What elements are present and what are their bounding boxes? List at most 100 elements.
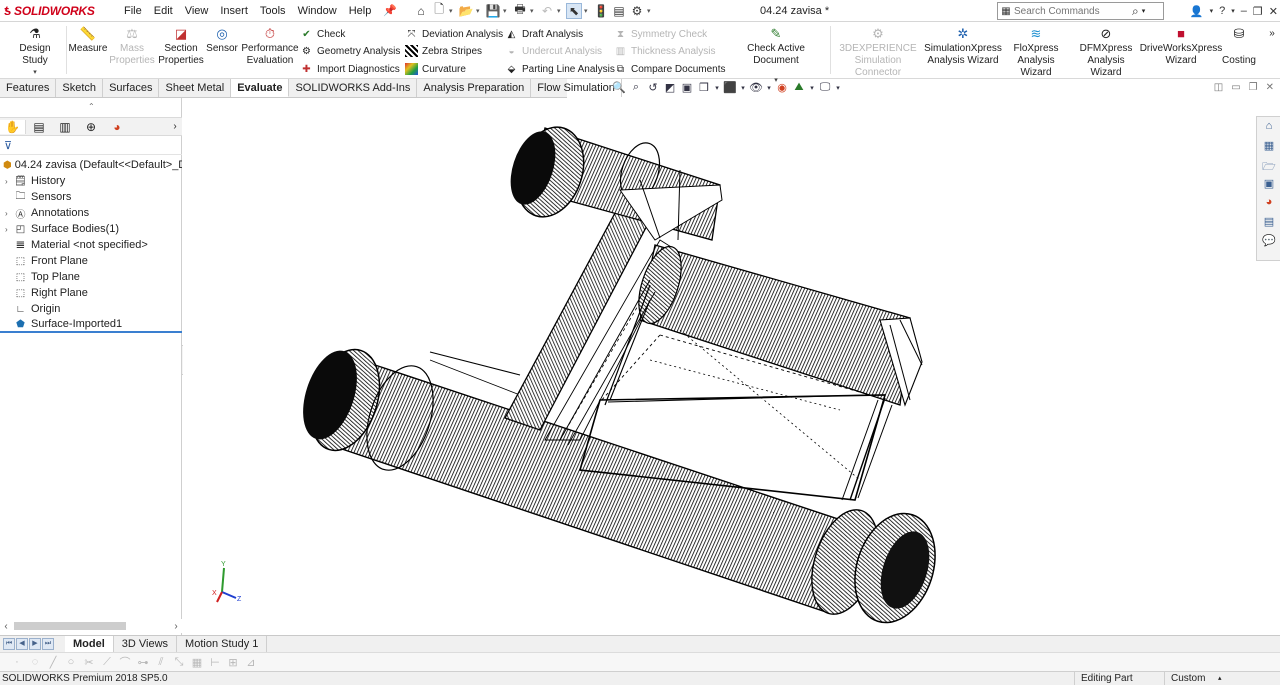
3dexperience-simulation-connector-button[interactable]: ⚙ 3DEXPERIENCE Simulation Connector xyxy=(832,26,924,79)
solidworks-resources-icon[interactable]: ⌂ xyxy=(1260,120,1278,136)
tree-item-sensors[interactable]: 🗀 Sensors xyxy=(0,189,182,205)
help-dropdown-icon[interactable]: ▾ xyxy=(1231,7,1235,15)
next-tab-icon[interactable]: ▶ xyxy=(29,638,41,650)
tab-evaluate[interactable]: Evaluate xyxy=(231,79,290,97)
floxpress-button[interactable]: ≋ FloXpress Analysis Wizard xyxy=(1002,26,1070,79)
open-dropdown-icon[interactable]: ▾ xyxy=(476,7,483,15)
expand-icon[interactable]: › xyxy=(5,225,14,234)
line-icon[interactable]: ╱ xyxy=(46,656,60,669)
scrollbar-thumb[interactable] xyxy=(14,622,126,630)
undercut-analysis-button[interactable]: ◒ Undercut Analysis xyxy=(505,44,602,58)
costing-button[interactable]: ⛁ Costing xyxy=(1220,26,1258,67)
user-icon[interactable]: 👤 xyxy=(1190,5,1204,18)
rear-pipe-body[interactable] xyxy=(631,241,923,407)
tab-sketch[interactable]: Sketch xyxy=(56,79,104,97)
open-icon[interactable]: 📂 xyxy=(458,3,474,19)
tab-motion-study-1[interactable]: Motion Study 1 xyxy=(177,636,268,652)
appearances-scenes-icon[interactable]: ◕ xyxy=(1260,196,1278,212)
parting-line-analysis-button[interactable]: ⬙ Parting Line Analysis xyxy=(505,62,615,76)
view-orientation-icon[interactable]: ❒ xyxy=(697,81,711,94)
tree-item-surface-imported1[interactable]: ⬟ Surface-Imported1 xyxy=(0,317,182,333)
geometry-analysis-button[interactable]: ⚙ Geometry Analysis xyxy=(300,44,400,58)
user-dropdown-icon[interactable]: ▾ xyxy=(1210,7,1214,15)
expand-icon[interactable]: › xyxy=(5,177,14,186)
dfmxpress-button[interactable]: ⊘ DFMXpress Analysis Wizard xyxy=(1072,26,1140,79)
units-selector[interactable]: Custom xyxy=(1164,672,1234,685)
mirror-icon[interactable]: ⫽ xyxy=(154,656,168,669)
panel-tabs-more-icon[interactable]: › xyxy=(168,121,182,132)
design-library-icon[interactable]: ▦ xyxy=(1260,139,1278,155)
design-study-dropdown-icon[interactable]: ▾ xyxy=(33,67,37,79)
simulationxpress-button[interactable]: ✲ SimulationXpress Analysis Wizard xyxy=(924,26,1002,67)
save-dropdown-icon[interactable]: ▾ xyxy=(503,7,510,15)
dimxpertmanager-tab-icon[interactable]: ⊕ xyxy=(78,120,104,134)
menu-edit[interactable]: Edit xyxy=(148,0,179,22)
tab-model[interactable]: Model xyxy=(65,636,114,652)
fillet-icon[interactable]: ⌒ xyxy=(118,654,132,670)
menu-help[interactable]: Help xyxy=(343,0,378,22)
pattern-grid-icon[interactable]: ⊞ xyxy=(226,656,240,669)
convert-entities-icon[interactable]: ⊶ xyxy=(136,656,150,669)
apply-scene-dropdown-icon[interactable]: ▾ xyxy=(809,84,815,92)
new-dropdown-icon[interactable]: ▾ xyxy=(449,7,456,15)
mass-properties-button[interactable]: ⚖ Mass Properties xyxy=(109,26,155,67)
driveworksxpress-button[interactable]: ■ DriveWorksXpress Wizard xyxy=(1140,26,1223,67)
search-icon[interactable]: ⌕ xyxy=(1132,4,1139,19)
units-dropdown-icon[interactable]: ▴ xyxy=(1218,672,1222,685)
doc-minimize-icon[interactable]: ▭ xyxy=(1231,82,1240,93)
tree-filter-row[interactable]: ⊽ xyxy=(0,137,182,155)
apply-scene-icon[interactable]: ⛰ xyxy=(792,81,806,94)
restore-icon[interactable]: ❐ xyxy=(1253,5,1263,18)
tab-solidworks-add-ins[interactable]: SOLIDWORKS Add-Ins xyxy=(289,79,418,97)
panel-collapse-handle[interactable]: ⌃ xyxy=(88,102,95,111)
tree-item-right-plane[interactable]: ⬚ Right Plane xyxy=(0,285,182,301)
dynamic-annotation-icon[interactable]: ▣ xyxy=(680,81,694,94)
section-properties-button[interactable]: ◪ Section Properties xyxy=(157,26,205,67)
rebuild-icon[interactable]: 🚦 xyxy=(593,3,609,19)
pin-menu-icon[interactable]: 📌 xyxy=(383,4,397,17)
symmetry-check-button[interactable]: ⧗ Symmetry Check xyxy=(614,27,707,41)
scroll-right-icon[interactable]: › xyxy=(170,621,182,632)
hide-show-dropdown-icon[interactable]: ▾ xyxy=(766,84,772,92)
tree-item-origin[interactable]: ∟ Origin xyxy=(0,301,182,317)
expand-icon[interactable]: › xyxy=(5,209,14,218)
configurationmanager-tab-icon[interactable]: ▥ xyxy=(52,120,78,134)
displaymanager-tab-icon[interactable]: ◕ xyxy=(104,120,130,134)
check-button[interactable]: ✔ Check xyxy=(300,27,345,41)
doc-tile-icon[interactable]: ◫ xyxy=(1214,82,1223,93)
undo-icon[interactable]: ↶ xyxy=(539,3,555,19)
view-settings-icon[interactable]: 🖵 xyxy=(818,81,832,94)
help-icon[interactable]: ? xyxy=(1219,5,1225,17)
tree-item-annotations[interactable]: › Ⓐ Annotations xyxy=(0,205,182,221)
import-diagnostics-button[interactable]: ✚ Import Diagnostics xyxy=(300,62,400,76)
tree-item-top-plane[interactable]: ⬚ Top Plane xyxy=(0,269,182,285)
menu-view[interactable]: View xyxy=(179,0,215,22)
home-icon[interactable]: ⌂ xyxy=(413,3,429,19)
undo-dropdown-icon[interactable]: ▾ xyxy=(557,7,564,15)
search-dropdown-icon[interactable]: ▾ xyxy=(1142,7,1146,15)
point-icon[interactable]: · xyxy=(10,656,24,668)
select-dropdown-icon[interactable]: ▾ xyxy=(584,7,591,15)
graphics-area[interactable]: Y Z X xyxy=(183,98,1256,635)
menu-window[interactable]: Window xyxy=(292,0,343,22)
doc-close-icon[interactable]: ✕ xyxy=(1266,82,1274,93)
offset-icon[interactable]: ⟋ xyxy=(100,656,114,669)
performance-evaluation-button[interactable]: ⏱ Performance Evaluation xyxy=(241,26,298,67)
tab-features[interactable]: Features xyxy=(0,79,57,97)
tab-3d-views[interactable]: 3D Views xyxy=(114,636,178,652)
print-dropdown-icon[interactable]: ▾ xyxy=(530,7,537,15)
linear-pattern-icon[interactable]: ▦ xyxy=(190,656,204,669)
trim-icon[interactable]: ✂ xyxy=(82,656,96,669)
close-icon[interactable]: ✕ xyxy=(1269,5,1278,18)
tab-sheet-metal[interactable]: Sheet Metal xyxy=(159,79,232,97)
view-settings-dropdown-icon[interactable]: ▾ xyxy=(835,84,841,92)
custom-properties-icon[interactable]: ▤ xyxy=(1260,215,1278,231)
tree-item-surface-bodies[interactable]: › ◰ Surface Bodies(1) xyxy=(0,221,182,237)
display-style-dropdown-icon[interactable]: ▾ xyxy=(740,84,746,92)
circle-icon[interactable]: ◌ xyxy=(28,656,42,668)
solidworks-logo[interactable]: ƾ SOLIDWORKS xyxy=(0,0,112,22)
view-orientation-dropdown-icon[interactable]: ▾ xyxy=(714,84,720,92)
menu-insert[interactable]: Insert xyxy=(214,0,254,22)
previous-view-icon[interactable]: ↺ xyxy=(646,81,660,94)
options-dropdown-icon[interactable]: ▾ xyxy=(647,7,654,15)
